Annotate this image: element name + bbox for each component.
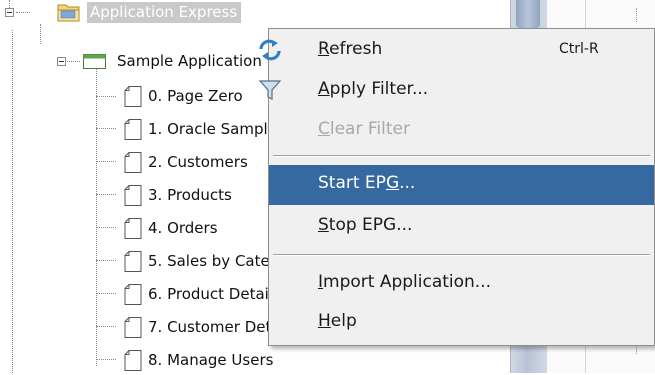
tree-node-label: 4. Orders — [148, 219, 218, 237]
menu-item-clear-filter[interactable]: Clear Filter — [269, 111, 654, 151]
tree-connector — [96, 260, 116, 261]
tree-node-label: 0. Page Zero — [148, 87, 243, 105]
refresh-icon — [257, 38, 283, 66]
page-icon — [124, 86, 142, 111]
collapse-toggle[interactable] — [57, 57, 66, 66]
page-icon — [124, 317, 142, 342]
collapse-toggle[interactable] — [5, 8, 14, 17]
shortcut-label: Ctrl-R — [559, 41, 599, 57]
tree-connector — [96, 194, 116, 195]
tree-node-label: 2. Customers — [148, 153, 248, 171]
folder-icon — [57, 1, 81, 27]
tree-connector — [96, 96, 116, 97]
tree-node-page[interactable]: 0. Page Zero — [124, 84, 243, 108]
menu-separator — [273, 155, 650, 157]
menu-separator — [273, 254, 650, 256]
tree-node-page[interactable]: 4. Orders — [124, 216, 218, 240]
menu-label: Import Application... — [318, 272, 492, 292]
tree-connector — [96, 161, 116, 162]
tree-node-application-express[interactable]: Application Express — [57, 0, 242, 27]
tree-node-label: Application Express — [87, 1, 242, 23]
tree-connector — [12, 30, 13, 373]
menu-item-refresh[interactable]: Refresh Ctrl-R — [259, 31, 654, 71]
tree-node-page[interactable]: 6. Product Details — [124, 282, 281, 306]
tree-node-label: 8. Manage Users — [148, 351, 274, 369]
menu-item-start-epg[interactable]: Start EPG... — [269, 165, 654, 205]
menu-item-stop-epg[interactable]: Stop EPG... — [269, 207, 654, 247]
menu-label: Start EPG... — [318, 173, 416, 193]
menu-label: Refresh — [318, 39, 383, 59]
tree-node-page[interactable]: 8. Manage Users — [124, 348, 273, 372]
page-icon — [124, 284, 142, 309]
application-icon — [83, 54, 107, 74]
menu-label: Stop EPG... — [318, 215, 413, 235]
menu-item-import-application[interactable]: Import Application... — [269, 264, 654, 304]
filter-icon — [257, 78, 283, 106]
page-icon — [124, 119, 142, 144]
menu-label: Help — [318, 311, 357, 331]
tree-connector — [96, 293, 116, 294]
tree-node-label: 3. Products — [148, 186, 232, 204]
page-icon — [124, 152, 142, 177]
tree-node-application[interactable]: Sample Application — [83, 49, 262, 73]
tree-node-label: 6. Product Details — [148, 285, 281, 303]
tree-node-page[interactable]: 2. Customers — [124, 150, 248, 174]
context-menu: Refresh Ctrl-R Apply Filter... Clear Fil… — [258, 28, 655, 346]
page-icon — [124, 350, 142, 375]
tree-connector — [16, 12, 30, 13]
pane-divider — [636, 8, 637, 22]
tree-node-page[interactable]: 3. Products — [124, 183, 232, 207]
menu-item-help[interactable]: Help — [269, 303, 654, 343]
tree-connector — [96, 66, 97, 366]
tree-node-label: Sample Application — [117, 52, 262, 70]
tree-connector — [96, 326, 116, 327]
menu-item-apply-filter[interactable]: Apply Filter... — [258, 71, 654, 111]
page-icon — [124, 251, 142, 276]
tree-connector — [96, 359, 116, 360]
tree-connector — [96, 128, 116, 129]
tree-connector — [96, 227, 116, 228]
page-icon — [124, 185, 142, 210]
menu-label: Clear Filter — [318, 119, 410, 139]
tree-connector — [40, 24, 41, 44]
scrollbar-thumb[interactable] — [516, 0, 540, 28]
menu-label: Apply Filter... — [318, 79, 429, 99]
page-icon — [124, 218, 142, 243]
